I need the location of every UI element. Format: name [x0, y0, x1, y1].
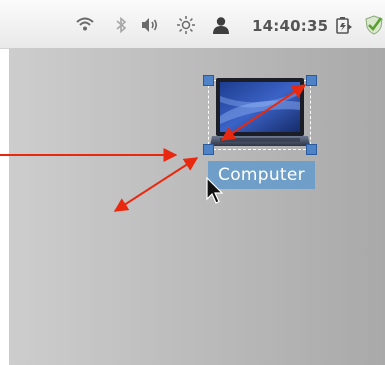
battery-icon[interactable]	[334, 15, 354, 35]
resize-handle-top-right[interactable]	[306, 75, 317, 86]
resize-handle-bottom-right[interactable]	[306, 144, 317, 155]
desktop-icon-label[interactable]: Computer	[208, 161, 315, 189]
bluetooth-icon[interactable]	[111, 15, 131, 35]
clock[interactable]: 14:40:35	[252, 17, 328, 35]
checkmark-icon[interactable]	[364, 15, 384, 35]
wifi-icon[interactable]	[75, 15, 95, 35]
volume-icon[interactable]	[140, 15, 160, 35]
top-panel: 14:40:35	[0, 0, 385, 49]
resize-handle-bottom-left[interactable]	[203, 144, 214, 155]
resize-handle-top-left[interactable]	[203, 75, 214, 86]
brightness-icon[interactable]	[176, 15, 196, 35]
screen: 14:40:35 Computer	[0, 0, 385, 365]
desktop-background[interactable]	[9, 48, 385, 365]
mouse-cursor-icon	[206, 177, 224, 204]
laptop-icon[interactable]	[210, 76, 310, 154]
user-icon[interactable]	[211, 15, 231, 35]
